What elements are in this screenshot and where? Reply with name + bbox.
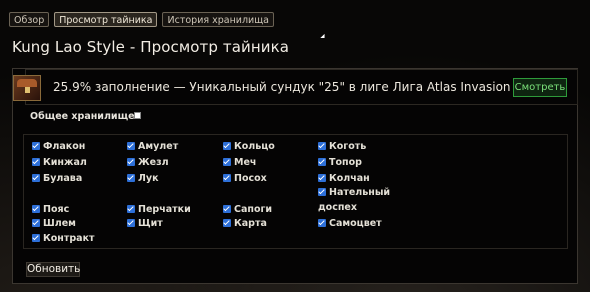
filter-belt[interactable]: Пояс xyxy=(32,204,69,216)
filter-claw[interactable]: Коготь xyxy=(318,141,366,153)
checkbox-icon[interactable] xyxy=(223,219,231,227)
view-button[interactable]: Смотреть xyxy=(513,78,567,97)
checkbox-icon[interactable] xyxy=(223,205,231,213)
filter-wand[interactable]: Жезл xyxy=(127,157,169,169)
checkbox-icon[interactable] xyxy=(318,219,326,227)
filter-label: Пояс xyxy=(43,204,70,215)
checkbox-icon[interactable] xyxy=(127,158,135,166)
filter-label: Меч xyxy=(234,157,257,168)
filter-label: Самоцвет xyxy=(329,218,382,229)
checkbox-icon[interactable] xyxy=(32,234,40,242)
tab-bar: Обзор Просмотр тайника История хранилища xyxy=(9,12,274,27)
checkbox-icon[interactable] xyxy=(32,142,40,150)
filter-axe[interactable]: Топор xyxy=(318,157,362,169)
filter-label: Колчан xyxy=(329,173,370,184)
filter-body-armour-line2: доспех xyxy=(318,202,357,213)
tab-stash-view[interactable]: Просмотр тайника xyxy=(54,12,158,27)
filter-label: Жезл xyxy=(138,157,169,168)
filter-label: Амулет xyxy=(138,141,179,152)
page-title: Kung Lao Style - Просмотр тайника xyxy=(12,38,290,56)
filter-gloves[interactable]: Перчатки xyxy=(127,204,191,216)
filter-label: Посох xyxy=(234,173,267,184)
filter-label: Контракт xyxy=(43,233,95,244)
filter-mace[interactable]: Булава xyxy=(32,173,82,185)
filter-label: Сапоги xyxy=(234,204,273,215)
checkbox-icon[interactable] xyxy=(318,158,326,166)
filter-label: Топор xyxy=(329,157,362,168)
filter-staff[interactable]: Посох xyxy=(223,173,267,185)
filter-map[interactable]: Карта xyxy=(223,218,267,230)
filter-boots[interactable]: Сапоги xyxy=(223,204,272,216)
filter-label: Булава xyxy=(43,173,83,184)
filter-body-armour[interactable]: Нательный xyxy=(318,187,390,199)
checkbox-icon[interactable] xyxy=(32,219,40,227)
checkbox-icon[interactable] xyxy=(32,174,40,182)
filter-ring[interactable]: Кольцо xyxy=(223,141,275,153)
filter-sword[interactable]: Меч xyxy=(223,157,256,169)
checkbox-icon[interactable] xyxy=(127,174,135,182)
checkbox-icon[interactable] xyxy=(318,174,326,182)
checkbox-icon[interactable] xyxy=(223,158,231,166)
refresh-button[interactable]: Обновить xyxy=(26,262,80,277)
filter-label: Перчатки xyxy=(138,204,191,215)
filter-quiver[interactable]: Колчан xyxy=(318,173,370,185)
checkbox-icon[interactable] xyxy=(32,205,40,213)
filter-label: Кольцо xyxy=(234,141,275,152)
tab-overview[interactable]: Обзор xyxy=(9,12,50,27)
filter-label: Шлем xyxy=(43,218,76,229)
tab-storage-history[interactable]: История хранилища xyxy=(162,12,274,27)
filter-label: Флакон xyxy=(43,141,86,152)
filter-gem[interactable]: Самоцвет xyxy=(318,218,382,230)
filter-amulet[interactable]: Амулет xyxy=(127,141,178,153)
filter-label: Коготь xyxy=(329,141,367,152)
checkbox-icon[interactable] xyxy=(318,188,326,196)
chest-icon xyxy=(13,75,41,101)
stash-summary: 25.9% заполнение — Уникальный сундук "25… xyxy=(53,80,564,94)
filter-label: Нательный xyxy=(329,187,391,198)
filter-dagger[interactable]: Кинжал xyxy=(32,157,87,169)
checkbox-icon[interactable] xyxy=(223,142,231,150)
shared-storage-label: Общее хранилище xyxy=(30,111,135,122)
filter-helmet[interactable]: Шлем xyxy=(32,218,76,230)
filter-label: Кинжал xyxy=(43,157,87,168)
filter-label: Лук xyxy=(138,173,159,184)
checkbox-icon[interactable] xyxy=(127,205,135,213)
checkbox-icon[interactable] xyxy=(32,158,40,166)
shared-storage-checkbox[interactable] xyxy=(134,112,141,119)
checkbox-icon[interactable] xyxy=(127,142,135,150)
filter-flask[interactable]: Флакон xyxy=(32,141,85,153)
checkbox-icon[interactable] xyxy=(223,174,231,182)
filter-bow[interactable]: Лук xyxy=(127,173,159,185)
filter-contract[interactable]: Контракт xyxy=(32,233,95,245)
checkbox-icon[interactable] xyxy=(127,219,135,227)
checkbox-icon[interactable] xyxy=(318,142,326,150)
filter-label: Щит xyxy=(138,218,163,229)
filter-label: Карта xyxy=(234,218,267,229)
filter-box xyxy=(23,134,568,249)
filter-shield[interactable]: Щит xyxy=(127,218,163,230)
